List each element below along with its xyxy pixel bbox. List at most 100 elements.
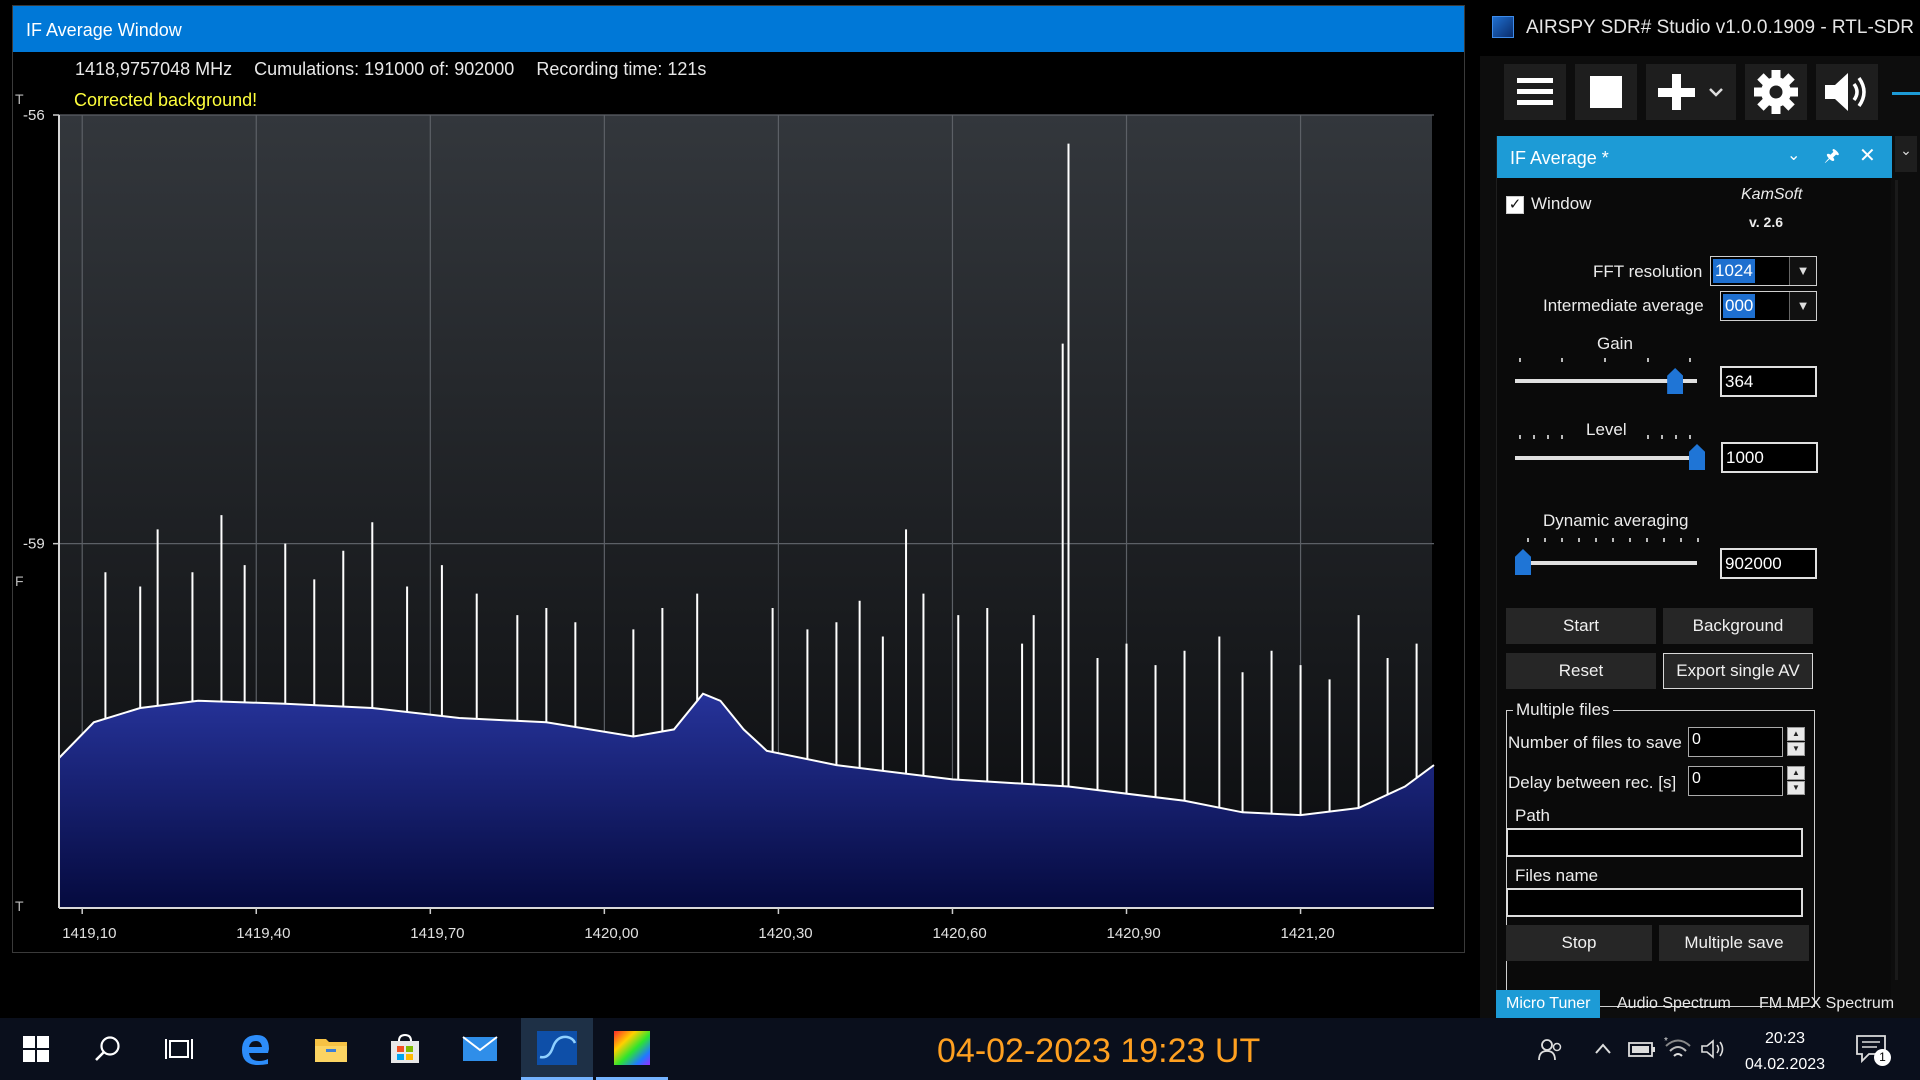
add-source-button[interactable] [1646,64,1736,120]
clock-time: 20:23 [1764,1030,1806,1047]
datetime-stamp: 04-02-2023 19:23 UT [937,1032,1261,1070]
store-button[interactable] [369,1018,441,1080]
fft-resolution-label: FFT resolution [1593,262,1703,281]
number-of-files-label: Number of files to save [1508,733,1682,752]
audio-button[interactable] [1816,64,1878,120]
stop-square-icon [1590,76,1622,108]
intermediate-average-value: 000 [1723,294,1756,318]
x-tick-label: 1420,00 [584,925,638,942]
notifications-button[interactable]: 1 [1855,1034,1891,1071]
multiple-save-button[interactable]: Multiple save [1659,925,1809,961]
if-average-window: IF Average Window 1418,9757048 MHz Cumula… [12,5,1465,953]
window-checkbox-label: Window [1531,194,1592,213]
level-slider[interactable] [1515,456,1697,460]
start-button[interactable]: Start [1506,608,1656,644]
brand-label: KamSoft [1741,186,1803,203]
hamburger-icon [1517,78,1553,105]
dynamic-averaging-input[interactable]: 902000 [1720,548,1817,579]
people-icon[interactable] [1538,1038,1564,1067]
export-single-av-button[interactable]: Export single AV [1663,653,1813,689]
version-label: v. 2.6 [1749,214,1783,230]
number-of-files-input[interactable]: 0 [1688,727,1783,757]
search-icon [95,1036,120,1061]
x-tick-label: 1421,20 [1281,925,1335,942]
number-of-files-spinner[interactable]: ▲ ▼ [1787,727,1805,757]
level-slider-thumb[interactable] [1689,444,1705,470]
stop-multiple-button[interactable]: Stop [1506,925,1652,961]
show-hidden-icons-chevron-icon[interactable] [1594,1040,1612,1061]
level-input[interactable]: 1000 [1721,442,1818,473]
gain-ticks [1519,358,1691,364]
battery-icon[interactable] [1628,1040,1656,1063]
path-input[interactable] [1506,828,1803,857]
dynamic-averaging-label: Dynamic averaging [1543,511,1689,530]
file-explorer-button[interactable] [295,1018,367,1080]
fft-resolution-value: 1024 [1713,259,1755,283]
gain-slider-thumb[interactable] [1667,368,1684,394]
fft-resolution-select[interactable]: 1024 ▼ [1710,256,1817,286]
side-scroll-chevron-icon[interactable]: ⌄ [1895,136,1917,172]
spectrum-app-taskbar-button[interactable] [596,1018,668,1080]
task-view-button[interactable] [144,1018,216,1080]
task-view-icon [165,1039,193,1059]
chevron-down-icon: ▼ [1789,292,1816,320]
toolbar-slider-edge[interactable] [1888,64,1920,120]
delay-between-rec-spinner[interactable]: ▲ ▼ [1787,766,1805,796]
notification-count-badge: 1 [1874,1049,1891,1066]
intermediate-average-select[interactable]: 000 ▼ [1720,291,1817,321]
multiple-files-legend: Multiple files [1513,700,1613,720]
x-tick-label: 1420,90 [1107,925,1161,942]
mail-icon [462,1036,498,1061]
taskbar: 04-02-2023 19:23 UT * 20:23 04.02.2023 1 [0,1018,1920,1080]
wifi-icon[interactable]: * [1664,1036,1692,1067]
background-button[interactable]: Background [1663,608,1813,644]
tab-micro-tuner[interactable]: Micro Tuner [1496,990,1601,1018]
dynamic-averaging-slider-thumb[interactable] [1515,549,1531,575]
files-name-input[interactable] [1506,888,1803,917]
window-checkbox[interactable]: ✓ [1506,196,1524,214]
x-tick-label: 1419,70 [410,925,464,942]
store-bag-icon [391,1033,419,1063]
system-clock[interactable]: 20:23 04.02.2023 [1740,1026,1830,1078]
x-tick-label: 1420,60 [932,925,986,942]
sdr-sharp-icon [537,1030,577,1065]
tab-fm-mpx-spectrum[interactable]: FM MPX Spectrum [1749,990,1904,1018]
x-tick-label: 1419,10 [62,925,116,942]
edge-browser-button[interactable] [219,1018,291,1080]
panel-title: IF Average * [1510,148,1609,168]
menu-button[interactable] [1504,64,1566,120]
files-name-label: Files name [1515,866,1599,885]
sdr-titlebar[interactable]: AIRSPY SDR# Studio v1.0.0.1909 - RTL-SDR… [1480,0,1920,56]
settings-button[interactable] [1745,64,1807,120]
level-ticks [1519,435,1691,441]
if-average-panel: IF Average * ⌄ 🖈 ✕ ✓ Window KamSoft v. 2… [1496,136,1892,1009]
delay-between-rec-input[interactable]: 0 [1688,766,1783,796]
sdr-app: AIRSPY SDR# Studio v1.0.0.1909 - RTL-SDR… [1480,0,1920,1018]
x-tick-label: 1419,40 [236,925,290,942]
collapse-chevron-icon[interactable]: ⌄ [1787,146,1800,166]
edge-browser-icon [242,1035,269,1065]
close-icon[interactable]: ✕ [1859,146,1876,166]
windows-logo-icon [23,1036,49,1062]
mail-button[interactable] [444,1018,516,1080]
side-scrollbar[interactable] [1895,180,1898,980]
dynamic-averaging-slider[interactable] [1523,561,1697,565]
search-button[interactable] [72,1018,144,1080]
panel-header[interactable]: IF Average * ⌄ 🖈 ✕ [1497,136,1892,178]
y-tick-label: -56 [23,107,45,124]
stop-button[interactable] [1575,64,1637,120]
svg-text:*: * [1664,1036,1668,1047]
x-tick-label: 1420,30 [758,925,812,942]
tab-audio-spectrum[interactable]: Audio Spectrum [1607,990,1741,1018]
start-button[interactable] [0,1018,72,1080]
spectrum-chart[interactable]: 1419,10 1419,40 1419,70 1420,00 1420,30 1420,… [13,6,1466,954]
reset-button[interactable]: Reset [1506,653,1656,689]
pin-icon[interactable]: 🖈 [1824,146,1840,166]
volume-icon[interactable] [1700,1038,1726,1065]
gain-input[interactable]: 364 [1720,366,1817,397]
speaker-icon [1825,73,1866,111]
sdr-app-title: AIRSPY SDR# Studio v1.0.0.1909 - RTL-SDR… [1526,17,1920,38]
chevron-down-icon: ▼ [1789,257,1816,285]
gear-icon [1754,70,1798,114]
sdr-sharp-taskbar-button[interactable] [521,1018,593,1080]
